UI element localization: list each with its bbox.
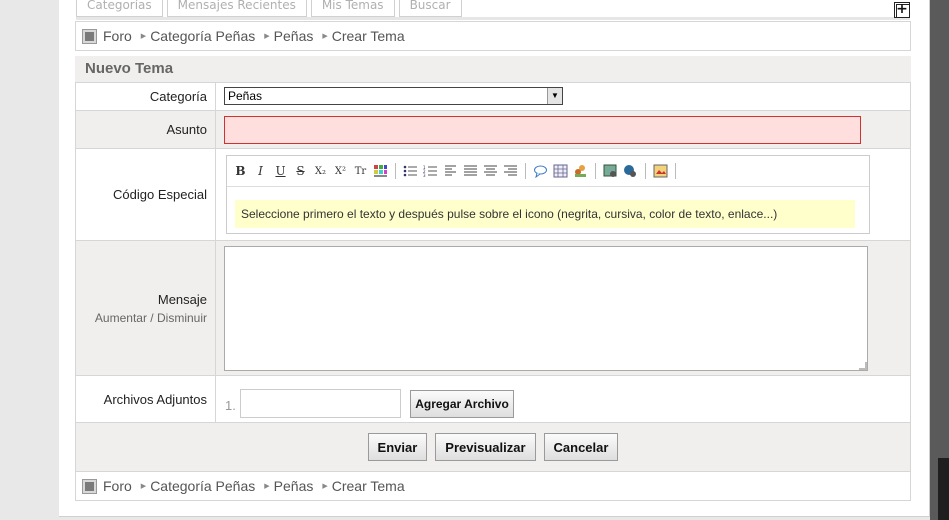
special-code-label: Código Especial: [76, 149, 216, 240]
nav-underline: [76, 17, 910, 20]
forum-square-icon: [82, 478, 97, 494]
insert-link-icon[interactable]: [623, 164, 638, 178]
preview-button[interactable]: Previsualizar: [435, 433, 536, 461]
message-row: Mensaje Aumentar / Disminuir: [76, 241, 910, 376]
send-button[interactable]: Enviar: [367, 433, 428, 461]
underline-icon[interactable]: U: [273, 164, 288, 178]
chevron-down-icon[interactable]: ▼: [547, 88, 562, 104]
category-label: Categoría: [76, 83, 216, 110]
color-palette-icon[interactable]: [373, 164, 388, 178]
breadcrumb-category[interactable]: Categoría Peñas: [150, 478, 255, 494]
strikethrough-icon[interactable]: S: [293, 164, 308, 178]
subject-label: Asunto: [76, 111, 216, 148]
svg-text:3: 3: [423, 173, 426, 178]
attachments-row: Archivos Adjuntos 1. Agregar Archivo: [76, 376, 910, 423]
special-code-row: Código Especial B I U S X₂ X² Tr 123 Sel…: [76, 149, 910, 241]
tab-my-topics[interactable]: Mis Temas: [310, 0, 395, 17]
superscript-icon[interactable]: X²: [333, 166, 348, 177]
breadcrumb-subforum[interactable]: Peñas: [274, 478, 314, 494]
youtube-video-icon[interactable]: [653, 164, 668, 178]
message-textarea[interactable]: [224, 246, 868, 371]
scrollbar-track[interactable]: [930, 0, 949, 520]
editor-toolbar: B I U S X₂ X² Tr 123: [227, 156, 869, 187]
editor-hint: Seleccione primero el texto y después pu…: [235, 200, 855, 228]
arrow-right-icon: ▶: [264, 33, 270, 40]
arrow-right-icon: ▶: [322, 483, 328, 490]
section-title: Nuevo Tema: [75, 56, 911, 82]
tab-search[interactable]: Buscar: [398, 0, 462, 17]
subscript-icon[interactable]: X₂: [313, 166, 328, 177]
forum-square-icon: [82, 28, 97, 44]
breadcrumb-forum[interactable]: Foro: [103, 478, 132, 494]
breadcrumb-current: Crear Tema: [331, 28, 405, 44]
align-center-icon[interactable]: [483, 164, 498, 178]
bullet-list-icon[interactable]: [403, 164, 418, 178]
resize-grip-icon[interactable]: [859, 362, 867, 370]
enlarge-link[interactable]: Aumentar: [95, 311, 147, 325]
toolbar-separator: [675, 163, 676, 179]
resize-divider: /: [150, 310, 154, 325]
attachment-index: 1.: [225, 398, 236, 413]
numbered-list-icon[interactable]: 123: [423, 164, 438, 178]
toolbar-separator: [595, 163, 596, 179]
category-select[interactable]: Peñas ▼: [224, 87, 563, 105]
arrow-right-icon: ▶: [322, 33, 328, 40]
form-actions: Enviar Previsualizar Cancelar: [76, 423, 910, 471]
insert-image-icon[interactable]: [603, 164, 618, 178]
italic-icon[interactable]: I: [253, 164, 268, 178]
attachment-file-input[interactable]: [240, 389, 401, 418]
expand-icon[interactable]: [894, 1, 910, 18]
category-selected-value: Peñas: [228, 89, 263, 103]
breadcrumb-category[interactable]: Categoría Peñas: [150, 28, 255, 44]
category-row: Categoría Peñas ▼: [76, 83, 910, 111]
toolbar-separator: [525, 163, 526, 179]
table-icon[interactable]: [553, 164, 568, 178]
scrollbar-thumb[interactable]: [938, 458, 949, 520]
toolbar-separator: [395, 163, 396, 179]
subject-row: Asunto: [76, 111, 910, 149]
arrow-right-icon: ▶: [140, 33, 147, 40]
arrow-right-icon: ▶: [264, 483, 270, 490]
font-size-icon[interactable]: Tr: [353, 166, 368, 177]
quote-icon[interactable]: [533, 164, 548, 178]
new-topic-form: Categoría Peñas ▼ Asunto Código Especial…: [75, 82, 911, 472]
add-file-button[interactable]: Agregar Archivo: [410, 390, 514, 418]
align-right-icon[interactable]: [503, 164, 518, 178]
toolbar-separator: [645, 163, 646, 179]
align-left-icon[interactable]: [443, 164, 458, 178]
nav-tabs: Categorías Mensajes Recientes Mis Temas …: [76, 0, 466, 17]
arrow-right-icon: ▶: [140, 483, 147, 490]
breadcrumb-current: Crear Tema: [331, 478, 405, 494]
breadcrumb-subforum[interactable]: Peñas: [274, 28, 314, 44]
users-icon[interactable]: [573, 164, 588, 178]
cancel-button[interactable]: Cancelar: [543, 433, 619, 461]
breadcrumb-bottom: Foro ▶ Categoría Peñas ▶ Peñas ▶ Crear T…: [75, 471, 911, 501]
bold-icon[interactable]: B: [233, 164, 248, 178]
tab-recent-messages[interactable]: Mensajes Recientes: [166, 0, 307, 17]
align-justify-icon[interactable]: [463, 164, 478, 178]
attachments-label: Archivos Adjuntos: [76, 376, 216, 422]
breadcrumb-forum[interactable]: Foro: [103, 28, 132, 44]
message-resize-links: Aumentar / Disminuir: [95, 311, 207, 325]
message-label-block: Mensaje Aumentar / Disminuir: [76, 241, 216, 375]
tab-categories[interactable]: Categorías: [76, 0, 163, 17]
breadcrumb: Foro ▶ Categoría Peñas ▶ Peñas ▶ Crear T…: [75, 21, 911, 51]
bbcode-editor: B I U S X₂ X² Tr 123 Seleccione primero …: [226, 155, 870, 234]
subject-input[interactable]: [224, 116, 861, 144]
message-label: Mensaje: [157, 291, 207, 307]
shrink-link[interactable]: Disminuir: [157, 311, 207, 325]
